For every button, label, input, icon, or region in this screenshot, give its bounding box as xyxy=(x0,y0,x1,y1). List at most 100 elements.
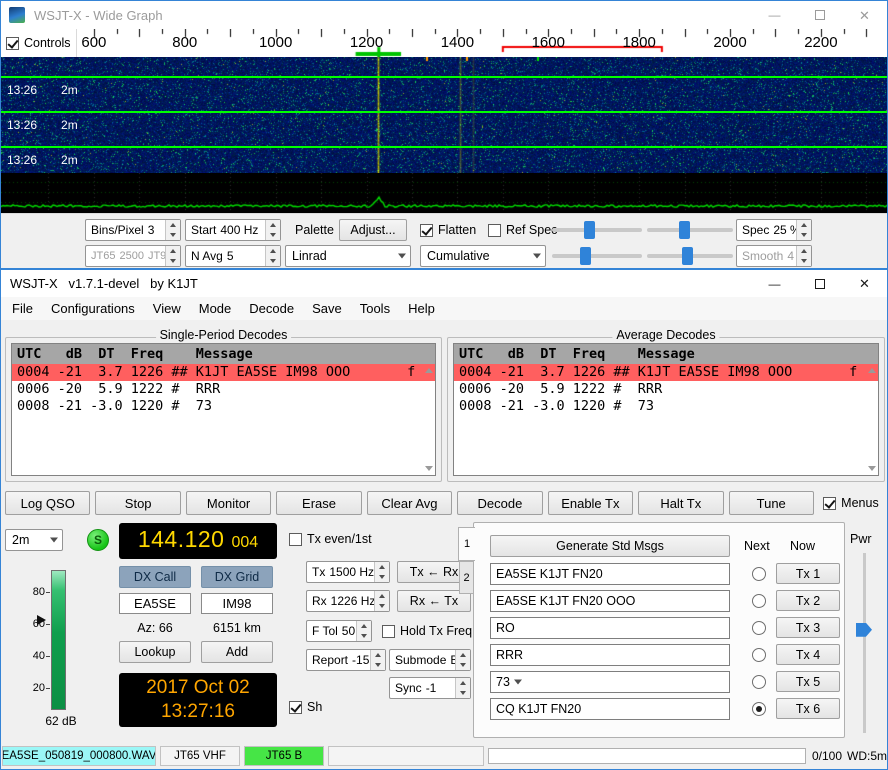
frequency-ruler[interactable]: 6008001000120014001600180020002200 Contr… xyxy=(1,29,888,57)
sync-spinner[interactable]: Sync-1 xyxy=(389,677,471,699)
tx4-message-field[interactable]: RRR xyxy=(490,644,730,666)
dx-grid-field[interactable]: IM98 xyxy=(201,593,273,614)
lookup-button[interactable]: Lookup xyxy=(119,641,191,663)
sh-checkbox[interactable]: Sh xyxy=(289,700,322,714)
tx1-now-button[interactable]: Tx 1 xyxy=(776,563,840,584)
start-frequency-spinner[interactable]: Start400 Hz xyxy=(185,219,281,241)
spin-down-icon[interactable] xyxy=(266,256,280,266)
tab-2[interactable]: 2 xyxy=(459,561,474,594)
maximize-button[interactable] xyxy=(797,270,842,297)
enable-tx-button[interactable]: Enable Tx xyxy=(548,491,633,515)
tx6-now-button[interactable]: Tx 6 xyxy=(776,698,840,719)
spin-up-icon[interactable] xyxy=(266,220,280,230)
erase-button[interactable]: Erase xyxy=(276,491,361,515)
tab-1[interactable]: 1 xyxy=(458,527,475,561)
menu-tools[interactable]: Tools xyxy=(351,298,399,319)
wide-graph-titlebar[interactable]: WSJT-X - Wide Graph — ✕ xyxy=(1,1,887,29)
scroll-up-icon[interactable] xyxy=(868,368,876,373)
decode-row[interactable]: 0008 -21 -3.0 1220 # 73 xyxy=(12,398,435,415)
scroll-down-icon[interactable] xyxy=(868,466,876,471)
spin-up-icon[interactable] xyxy=(266,246,280,256)
waterfall-gain-slider[interactable] xyxy=(552,220,642,240)
controls-checkbox[interactable]: Controls xyxy=(6,36,71,50)
report-spinner[interactable]: Report-15 xyxy=(306,649,386,671)
tx2-next-radio[interactable] xyxy=(752,594,766,608)
tx1-message-field[interactable]: EA5SE K1JT FN20 xyxy=(490,563,730,585)
log-qso-button[interactable]: Log QSO xyxy=(5,491,90,515)
spectrum-gain-slider[interactable] xyxy=(552,246,642,266)
tx4-now-button[interactable]: Tx 4 xyxy=(776,644,840,665)
tx6-message-field[interactable]: CQ K1JT FN20 xyxy=(490,698,730,720)
menu-decode[interactable]: Decode xyxy=(240,298,303,319)
decode-button[interactable]: Decode xyxy=(457,491,542,515)
spin-buttons[interactable] xyxy=(455,678,470,698)
scrollbar[interactable] xyxy=(865,365,878,474)
ref-spec-checkbox[interactable]: Ref Spec xyxy=(488,223,557,237)
decode-row[interactable]: 0004 -21 3.7 1226 ## K1JT EA5SE IM98 OOO… xyxy=(12,364,435,381)
tx-frequency-spinner[interactable]: Tx1500 Hz xyxy=(306,561,390,583)
spin-down-icon[interactable] xyxy=(797,230,811,240)
spin-up-icon[interactable] xyxy=(357,621,371,631)
slider-handle[interactable] xyxy=(679,221,690,239)
smooth-spinner[interactable]: Smooth4 xyxy=(736,245,812,267)
spin-up-icon[interactable] xyxy=(375,562,389,572)
slider-handle[interactable] xyxy=(682,247,693,265)
spin-down-icon[interactable] xyxy=(266,230,280,240)
hold-tx-freq-checkbox[interactable]: Hold Tx Freq xyxy=(382,624,472,638)
scroll-down-icon[interactable] xyxy=(425,466,433,471)
spec-percent-spinner[interactable]: Spec25 % xyxy=(736,219,812,241)
spin-down-icon[interactable] xyxy=(375,601,389,611)
spin-buttons[interactable] xyxy=(370,650,385,670)
spin-down-icon[interactable] xyxy=(166,230,180,240)
slider-handle[interactable] xyxy=(584,221,595,239)
minimize-button[interactable]: — xyxy=(752,270,797,297)
spin-up-icon[interactable] xyxy=(797,246,811,256)
decode-table[interactable]: UTC dB DT Freq Message 0004 -21 3.7 1226… xyxy=(453,343,879,476)
pwr-slider[interactable] xyxy=(856,553,872,733)
tx5-now-button[interactable]: Tx 5 xyxy=(776,671,840,692)
tx3-next-radio[interactable] xyxy=(752,621,766,635)
spectrum-zero-slider[interactable] xyxy=(647,246,733,266)
tx3-now-button[interactable]: Tx 3 xyxy=(776,617,840,638)
spectrum-type-select[interactable]: Cumulative xyxy=(420,245,546,267)
dropdown-icon[interactable] xyxy=(46,530,62,550)
spin-down-icon[interactable] xyxy=(371,660,385,670)
n-avg-spinner[interactable]: N Avg5 xyxy=(185,245,281,267)
decode-row[interactable]: 0008 -21 -3.0 1220 # 73 xyxy=(454,398,878,415)
scrollbar[interactable] xyxy=(422,365,435,474)
menu-mode[interactable]: Mode xyxy=(190,298,241,319)
dx-call-button[interactable]: DX Call xyxy=(119,566,191,588)
halt-tx-button[interactable]: Halt Tx xyxy=(638,491,723,515)
spin-up-icon[interactable] xyxy=(166,220,180,230)
dx-call-field[interactable]: EA5SE xyxy=(119,593,191,614)
spin-buttons[interactable] xyxy=(455,650,470,670)
close-button[interactable]: ✕ xyxy=(842,270,887,297)
tx1-next-radio[interactable] xyxy=(752,567,766,581)
spin-up-icon[interactable] xyxy=(166,246,180,256)
tx4-next-radio[interactable] xyxy=(752,648,766,662)
waterfall-zero-slider[interactable] xyxy=(647,220,733,240)
spin-buttons[interactable] xyxy=(165,220,180,240)
spin-down-icon[interactable] xyxy=(166,256,180,266)
spin-down-icon[interactable] xyxy=(375,572,389,582)
tx3-message-field[interactable]: RO xyxy=(490,617,730,639)
menu-view[interactable]: View xyxy=(144,298,190,319)
tx6-next-radio[interactable] xyxy=(752,702,766,716)
clear-avg-button[interactable]: Clear Avg xyxy=(367,491,452,515)
rx-frequency-spinner[interactable]: Rx1226 Hz xyxy=(306,590,390,612)
spin-buttons[interactable] xyxy=(796,246,811,266)
palette-select[interactable]: Linrad xyxy=(285,245,411,267)
menus-checkbox[interactable]: Menus xyxy=(819,496,883,510)
spin-down-icon[interactable] xyxy=(456,660,470,670)
dropdown-icon[interactable] xyxy=(394,246,410,266)
dropdown-icon[interactable] xyxy=(510,672,526,692)
decode-row[interactable]: 0006 -20 5.9 1222 # RRR xyxy=(454,381,878,398)
generate-std-msgs-button[interactable]: Generate Std Msgs xyxy=(490,535,730,557)
band-select[interactable]: 2m xyxy=(5,529,63,551)
spin-buttons[interactable] xyxy=(356,621,371,641)
decode-row[interactable]: 0004 -21 3.7 1226 ## K1JT EA5SE IM98 OOO… xyxy=(454,364,878,381)
close-button[interactable]: ✕ xyxy=(842,1,887,29)
submode-spinner[interactable]: SubmodeB xyxy=(389,649,471,671)
tune-button[interactable]: Tune xyxy=(729,491,814,515)
spin-up-icon[interactable] xyxy=(797,220,811,230)
